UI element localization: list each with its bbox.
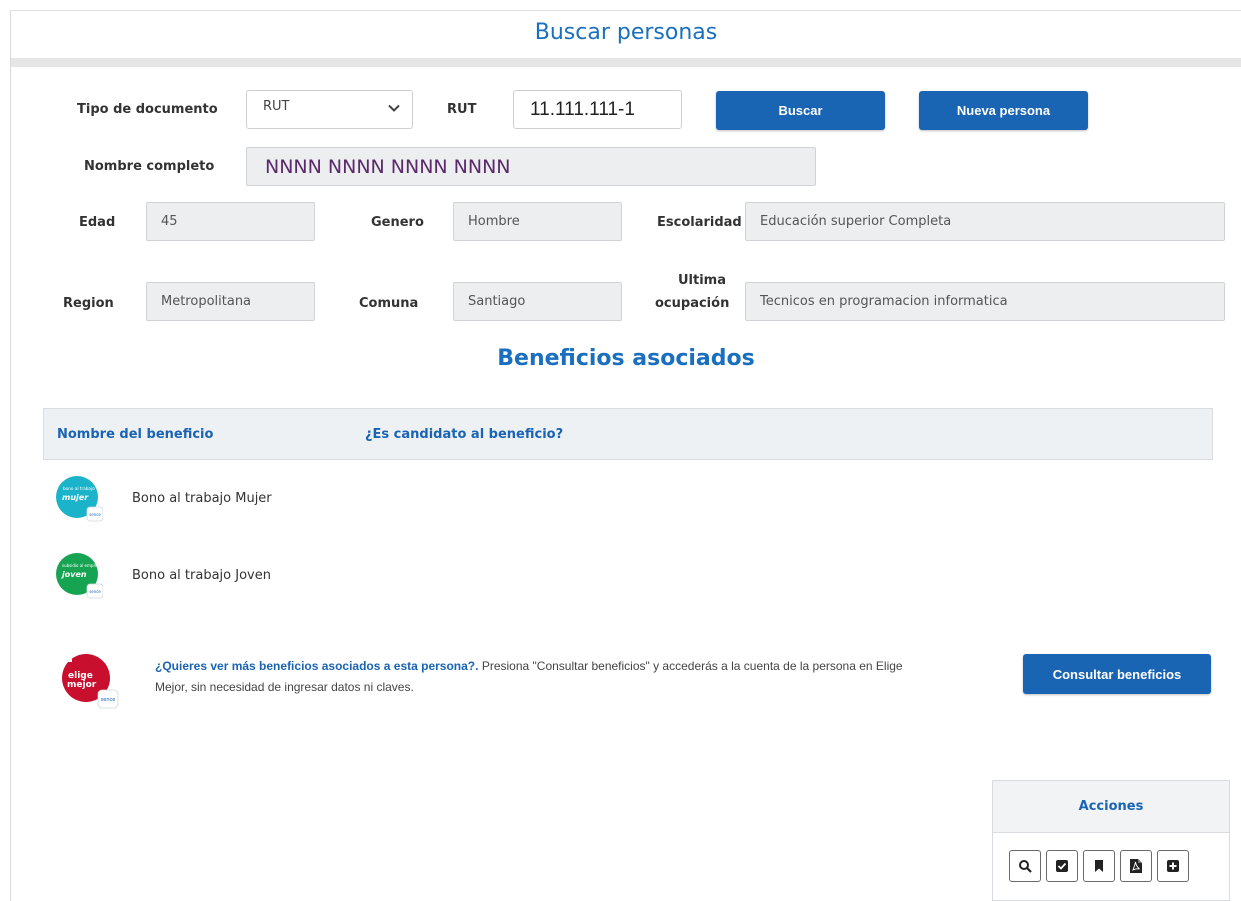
elige-mejor-logo-icon: sence elige mejor <box>62 652 119 709</box>
last-job-label-line2: ocupación <box>655 296 730 311</box>
action-bookmark-button[interactable] <box>1083 850 1115 882</box>
svg-text:sence: sence <box>89 589 101 594</box>
benefits-table-header: Nombre del beneficio ¿Es candidato al be… <box>43 408 1213 460</box>
chevron-down-icon <box>388 104 400 112</box>
svg-text:mejor: mejor <box>67 680 97 690</box>
rut-label: RUT <box>447 102 477 117</box>
benefit-name: Bono al trabajo Joven <box>132 568 271 583</box>
age-label: Edad <box>79 215 116 230</box>
frame-border-top <box>10 10 1241 11</box>
action-search-button[interactable] <box>1009 850 1041 882</box>
gender-field: Hombre <box>453 202 622 241</box>
commune-label: Comuna <box>359 296 419 311</box>
region-field: Metropolitana <box>146 282 315 321</box>
svg-text:bono al trabajo: bono al trabajo <box>63 486 95 491</box>
action-add-button[interactable] <box>1157 850 1189 882</box>
promo-question: ¿Quieres ver más beneficios asociados a … <box>155 659 479 673</box>
svg-text:subsidio al empleo: subsidio al empleo <box>62 563 100 568</box>
benefit-row: sence subsidio al empleo joven Bono al t… <box>55 552 655 600</box>
benefit-name: Bono al trabajo Mujer <box>132 491 272 506</box>
benefit-row: sence bono al trabajo mujer Bono al trab… <box>55 475 655 523</box>
pdf-icon <box>1130 859 1142 873</box>
rut-input[interactable] <box>513 90 682 129</box>
gender-label: Genero <box>371 215 424 230</box>
plus-square-icon <box>1167 860 1179 872</box>
svg-text:sence: sence <box>89 512 101 517</box>
last-job-field: Tecnicos en programacion informatica <box>745 282 1225 321</box>
doc-type-label: Tipo de documento <box>77 102 218 117</box>
search-button[interactable]: Buscar <box>716 91 885 130</box>
commune-field: Santiago <box>453 282 622 321</box>
col-candidate: ¿Es candidato al beneficio? <box>365 427 564 442</box>
actions-title: Acciones <box>993 781 1229 833</box>
action-check-button[interactable] <box>1046 850 1078 882</box>
actions-toolbar <box>1009 850 1189 882</box>
promo-text: ¿Quieres ver más beneficios asociados a … <box>155 656 915 698</box>
title-divider <box>11 58 1241 67</box>
bookmark-icon <box>1095 860 1103 872</box>
svg-text:joven: joven <box>60 570 87 579</box>
doc-type-value: RUT <box>263 99 290 114</box>
page-title: Buscar personas <box>534 20 718 45</box>
benefits-title: Beneficios asociados <box>497 346 755 371</box>
full-name-field: NNNN NNNN NNNN NNNN <box>246 147 816 186</box>
check-square-icon <box>1056 860 1068 872</box>
doc-type-select[interactable]: RUT <box>246 90 413 129</box>
region-label: Region <box>63 296 114 311</box>
actions-panel: Acciones <box>992 780 1230 901</box>
col-benefit-name: Nombre del beneficio <box>57 427 214 442</box>
consult-benefits-button[interactable]: Consultar beneficios <box>1023 654 1211 694</box>
last-job-label-line1: Ultima <box>678 273 727 288</box>
frame-border-left <box>10 10 11 901</box>
svg-text:sence: sence <box>101 697 116 703</box>
search-icon <box>1019 860 1032 873</box>
svg-text:mujer: mujer <box>62 493 89 502</box>
action-pdf-button[interactable] <box>1120 850 1152 882</box>
full-name-label: Nombre completo <box>84 159 215 174</box>
bono-joven-logo-icon: sence subsidio al empleo joven <box>56 553 103 599</box>
schooling-label: Escolaridad <box>657 215 742 230</box>
new-person-button[interactable]: Nueva persona <box>919 91 1088 130</box>
schooling-field: Educación superior Completa <box>745 202 1225 241</box>
age-field: 45 <box>146 202 315 241</box>
bono-mujer-logo-icon: sence bono al trabajo mujer <box>56 476 103 522</box>
